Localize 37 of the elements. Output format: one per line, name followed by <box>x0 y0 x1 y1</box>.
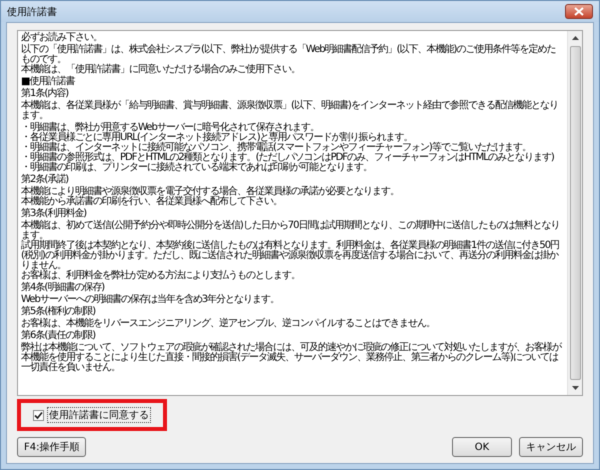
license-text-line: 第6条(責任の制限) <box>21 331 96 341</box>
cancel-button[interactable]: キャンセル <box>519 437 583 457</box>
license-text-line: ・各従業員様ごとに専用URL(インターネット接続アドレス)と専用パスワードが割り振られます。 <box>21 133 414 143</box>
license-text-line: 以下の「使用許諾書」は、株式会社シスプラ(以下、弊社)が提供する「Web明細書配信予約」(以下、本機能)のご使用条件等を定めたものです。 <box>21 45 556 65</box>
license-text-line: ・明細書の参照形式は、PDFとHTMLの2種類となります。(ただしパソコンはPDFのみ、フィーチャーフォンはHTMLのみとなります) <box>21 153 555 163</box>
ok-button[interactable]: OK <box>452 437 512 457</box>
license-text-line: Webサーバーへの明細書の保存は当年を含め3年分となります。 <box>21 295 280 305</box>
license-text-line: 必ずお読み下さい。 <box>21 33 103 43</box>
license-text-line: 本機能は、各従業員様が「給与明細書、賞与明細書、源泉徴収票」(以下、明細書)をインターネット経由で参照できる配信機能となります。 <box>21 101 559 121</box>
license-text-line: 弊社は本機能について、ソフトウェアの瑕疵が確認された場合には、可及的速やかに瑕疵の修正について対処いたしますが、お客様が本機能を使用することにより生じた直接・間接的損害(データ滅失、サーバーダウン、業務停止、第三者からのクレーム等)については一切責任を負いません。 <box>21 343 562 373</box>
checkbox[interactable] <box>33 410 44 420</box>
close-button[interactable] <box>565 4 593 19</box>
license-text-line: 本機能は、初めて送信(公開予約分や即時公開分を送信)した日から70日間は試用期間となり、この期間中に送信したものは無料となります。 <box>21 221 561 241</box>
license-text-line: 第1条(内容) <box>21 89 70 99</box>
close-icon <box>574 7 584 16</box>
window-title: 使用許諾書 <box>7 6 58 18</box>
license-text-line: ■使用許諾書 <box>21 77 76 87</box>
license-text-line: お客様は、本機能をリバースエンジニアリング、逆アセンブル、逆コンパイルすることはできません。 <box>21 319 436 329</box>
license-text-line: ・明細書は、弊社が用意するWebサーバーに暗号化されて保存されます。 <box>21 123 320 133</box>
license-text-line: 試用期間終了後は本契約となり、本契約後に送信したものは有料となります。利用料金は、各従業員様の明細書1件の送信に付き50円(税別)の利用料金が掛かります。ただし、既に送信された明細書や源泉徴収票を再度送信する場合において、再送分の利用料金は掛かりません。 <box>21 241 560 271</box>
help-button[interactable]: F4:操作手順 <box>17 437 86 457</box>
scrollbar-thumb[interactable] <box>570 46 580 380</box>
license-text-line: ・明細書は、インターネットに接続可能なパソコン、携帯電話(スマートフォンやフィーチャーフォン)等でご覧いただけます。 <box>21 143 531 153</box>
checkmark-icon <box>34 410 43 420</box>
license-text-line: 第4条(明細書の保存) <box>21 283 106 293</box>
license-text-line: 本機能は、「使用許諾書」に同意いただける場合のみご使用下さい。 <box>21 65 301 75</box>
license-text-line: 本機能により明細書や源泉徴収票を電子交付する場合、各従業員様の承諾が必要となります。 <box>21 187 400 197</box>
license-text-box[interactable] <box>17 30 583 396</box>
license-text-line: お客様は、利用料金を弊社が定める方法により支払うものとします。 <box>21 271 301 281</box>
scroll-up-icon[interactable] <box>572 36 578 40</box>
scroll-down-icon[interactable] <box>572 386 578 390</box>
license-text-line: 第2条(承諾) <box>21 175 70 185</box>
license-text-line: 第5条(権利の制限) <box>21 307 96 317</box>
scrollbar[interactable] <box>567 31 582 395</box>
license-text-line: ・明細書の印刷は、プリンターに接続されている端末であれば印刷が可能となります。 <box>21 163 373 173</box>
license-text-line: 第3条(利用料金) <box>21 209 88 219</box>
license-text-line: 本機能から承諾書の印刷を行い、各従業員様へ配布して下さい。 <box>21 197 283 207</box>
